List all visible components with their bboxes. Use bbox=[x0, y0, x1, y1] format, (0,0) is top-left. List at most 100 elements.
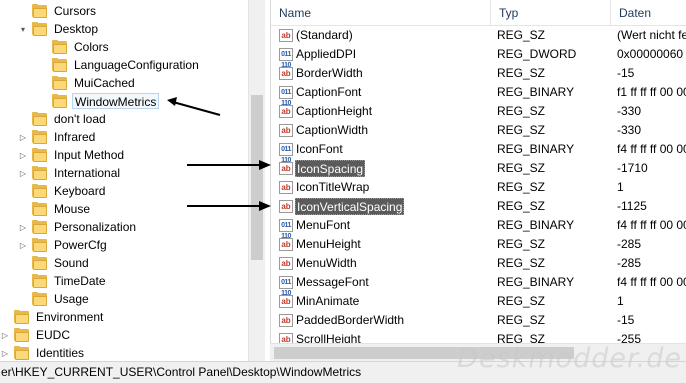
tree-scrollbar-thumb[interactable] bbox=[251, 95, 263, 260]
expand-arrow-icon[interactable]: ▷ bbox=[18, 222, 28, 232]
value-name: MenuFont bbox=[296, 218, 351, 232]
tree-item[interactable]: Keyboard bbox=[18, 182, 107, 200]
value-type: REG_SZ bbox=[497, 237, 546, 251]
value-name: CaptionWidth bbox=[296, 123, 369, 137]
folder-icon bbox=[32, 256, 47, 270]
values-scrollbar-thumb[interactable] bbox=[274, 347, 574, 359]
value-data: (Wert nicht fe bbox=[617, 28, 686, 42]
column-header-data[interactable]: Daten bbox=[611, 0, 686, 26]
tree-item[interactable]: WindowMetrics bbox=[38, 92, 160, 110]
value-name: IconTitleWrap bbox=[296, 180, 370, 194]
tree-item[interactable]: Cursors bbox=[18, 2, 98, 20]
registry-value-row[interactable]: ab CaptionHeight REG_SZ -330 bbox=[271, 102, 686, 121]
registry-value-row[interactable]: 011 110 IconFont REG_BINARY f4 ff ff ff 00 … bbox=[271, 140, 686, 164]
string-value-icon: ab bbox=[279, 29, 293, 42]
value-name: PaddedBorderWidth bbox=[296, 313, 405, 327]
tree-item[interactable]: Environment bbox=[0, 308, 105, 326]
expand-arrow-icon[interactable]: ▷ bbox=[18, 132, 28, 142]
expand-arrow-icon[interactable]: ▷ bbox=[18, 240, 28, 250]
tree-item[interactable]: ▷ Identities bbox=[0, 344, 86, 361]
tree-item-label: Cursors bbox=[54, 4, 97, 18]
value-type: REG_SZ bbox=[497, 104, 546, 118]
folder-icon bbox=[32, 220, 47, 234]
registry-value-row[interactable]: ab CaptionWidth REG_SZ -330 bbox=[271, 121, 686, 140]
folder-icon bbox=[32, 22, 47, 36]
tree-item[interactable]: MuiCached bbox=[38, 74, 137, 92]
value-name: IconFont bbox=[296, 142, 343, 156]
tree-item[interactable]: ▷ PowerCfg bbox=[18, 236, 109, 254]
value-name: MenuHeight bbox=[296, 237, 361, 251]
tree-item[interactable]: TimeDate bbox=[18, 272, 108, 290]
folder-icon bbox=[32, 166, 47, 180]
folder-icon bbox=[14, 310, 29, 324]
value-type: REG_SZ bbox=[497, 256, 546, 270]
value-name: MenuWidth bbox=[296, 256, 357, 270]
tree-item[interactable]: ▷ Personalization bbox=[18, 218, 138, 236]
tree-vertical-scrollbar[interactable] bbox=[248, 0, 265, 361]
folder-icon bbox=[32, 112, 47, 126]
expand-arrow-icon[interactable]: ▷ bbox=[18, 150, 28, 160]
registry-values-pane: Name Typ Daten ab (Standard) REG_SZ (Wert n… bbox=[270, 0, 686, 361]
collapse-arrow-icon[interactable]: ▾ bbox=[18, 24, 28, 34]
column-header-name[interactable]: Name bbox=[271, 0, 491, 26]
tree-item-label: don't load bbox=[54, 112, 106, 126]
tree-item[interactable]: Mouse bbox=[18, 200, 92, 218]
folder-icon bbox=[52, 40, 67, 54]
binary-value-icon: 011 110 bbox=[279, 86, 293, 107]
arrow-annotation-iconverticalspacing bbox=[187, 201, 271, 211]
registry-value-row[interactable]: ab MenuHeight REG_SZ -285 bbox=[271, 235, 686, 254]
value-name: CaptionFont bbox=[296, 85, 362, 99]
registry-value-row[interactable]: 011 110AppliedDPI REG_DWORD 0x00000060 (9 bbox=[271, 45, 686, 69]
value-data: f4 ff ff ff 00 00 bbox=[617, 142, 686, 156]
registry-value-row[interactable]: ab BorderWidth REG_SZ -15 bbox=[271, 64, 686, 83]
tree-item[interactable]: LanguageConfiguration bbox=[38, 56, 201, 74]
tree-item[interactable]: ▷ International bbox=[18, 164, 122, 182]
column-header-type[interactable]: Typ bbox=[491, 0, 611, 26]
registry-value-row[interactable]: ab MenuWidth REG_SZ -285 bbox=[271, 254, 686, 273]
string-value-icon: ab bbox=[279, 105, 293, 118]
tree-item-label: Desktop bbox=[54, 22, 99, 36]
tree-item[interactable]: Colors bbox=[38, 38, 111, 56]
value-name: MinAnimate bbox=[296, 294, 360, 308]
registry-value-row[interactable]: 011 110 MenuFont REG_BINARY f4 ff ff ff 00 … bbox=[271, 216, 686, 240]
value-data: -15 bbox=[617, 313, 635, 327]
folder-icon bbox=[52, 76, 67, 90]
tree-item-label: Infrared bbox=[54, 130, 96, 144]
value-name: IconSpacing bbox=[295, 160, 366, 177]
string-value-icon: ab bbox=[279, 314, 293, 327]
registry-value-row[interactable]: 011 110 CaptionFont REG_BINARY f1 ff ff ff … bbox=[271, 83, 686, 107]
values-horizontal-scrollbar[interactable] bbox=[270, 343, 686, 361]
value-type: REG_BINARY bbox=[497, 218, 575, 232]
expand-arrow-icon[interactable]: ▷ bbox=[18, 168, 28, 178]
value-data: -285 bbox=[617, 256, 642, 270]
value-data: f4 ff ff ff 00 00 bbox=[617, 218, 686, 232]
folder-icon bbox=[52, 94, 67, 108]
tree-item[interactable]: ▾ Desktop bbox=[18, 20, 100, 38]
value-type: REG_SZ bbox=[497, 66, 546, 80]
tree-item[interactable]: ▷ Infrared bbox=[18, 128, 97, 146]
registry-value-row[interactable]: ab PaddedBorderWidth REG_SZ -15 bbox=[271, 311, 686, 330]
tree-item[interactable]: Usage bbox=[18, 290, 91, 308]
tree-item[interactable]: ▷ Input Method bbox=[18, 146, 126, 164]
registry-value-row[interactable]: ab MinAnimate REG_SZ 1 bbox=[271, 292, 686, 311]
registry-value-row[interactable]: ab IconTitleWrap REG_SZ 1 bbox=[271, 178, 686, 197]
folder-icon bbox=[52, 58, 67, 72]
registry-value-row[interactable]: ab (Standard) REG_SZ (Wert nicht fe bbox=[271, 26, 686, 45]
expand-arrow-icon[interactable]: ▷ bbox=[0, 330, 10, 340]
value-data: -1710 bbox=[617, 161, 648, 175]
registry-value-row[interactable]: ab IconSpacing REG_SZ -1710 bbox=[271, 159, 686, 178]
tree-item[interactable]: ▷ EUDC bbox=[0, 326, 72, 344]
registry-value-row[interactable]: ab IconVerticalSpacing REG_SZ -1125 bbox=[271, 197, 686, 216]
expand-arrow-icon[interactable]: ▷ bbox=[0, 348, 10, 358]
registry-value-row[interactable]: 011 110 MessageFont REG_BINARY f4 ff ff ff … bbox=[271, 273, 686, 297]
tree-item[interactable]: don't load bbox=[18, 110, 108, 128]
tree-item[interactable]: Sound bbox=[18, 254, 91, 272]
string-value-icon: ab bbox=[279, 257, 293, 270]
status-bar-path: er\HKEY_CURRENT_USER\Control Panel\Deskt… bbox=[0, 361, 686, 383]
value-name: BorderWidth bbox=[296, 66, 363, 80]
folder-icon bbox=[14, 328, 29, 342]
